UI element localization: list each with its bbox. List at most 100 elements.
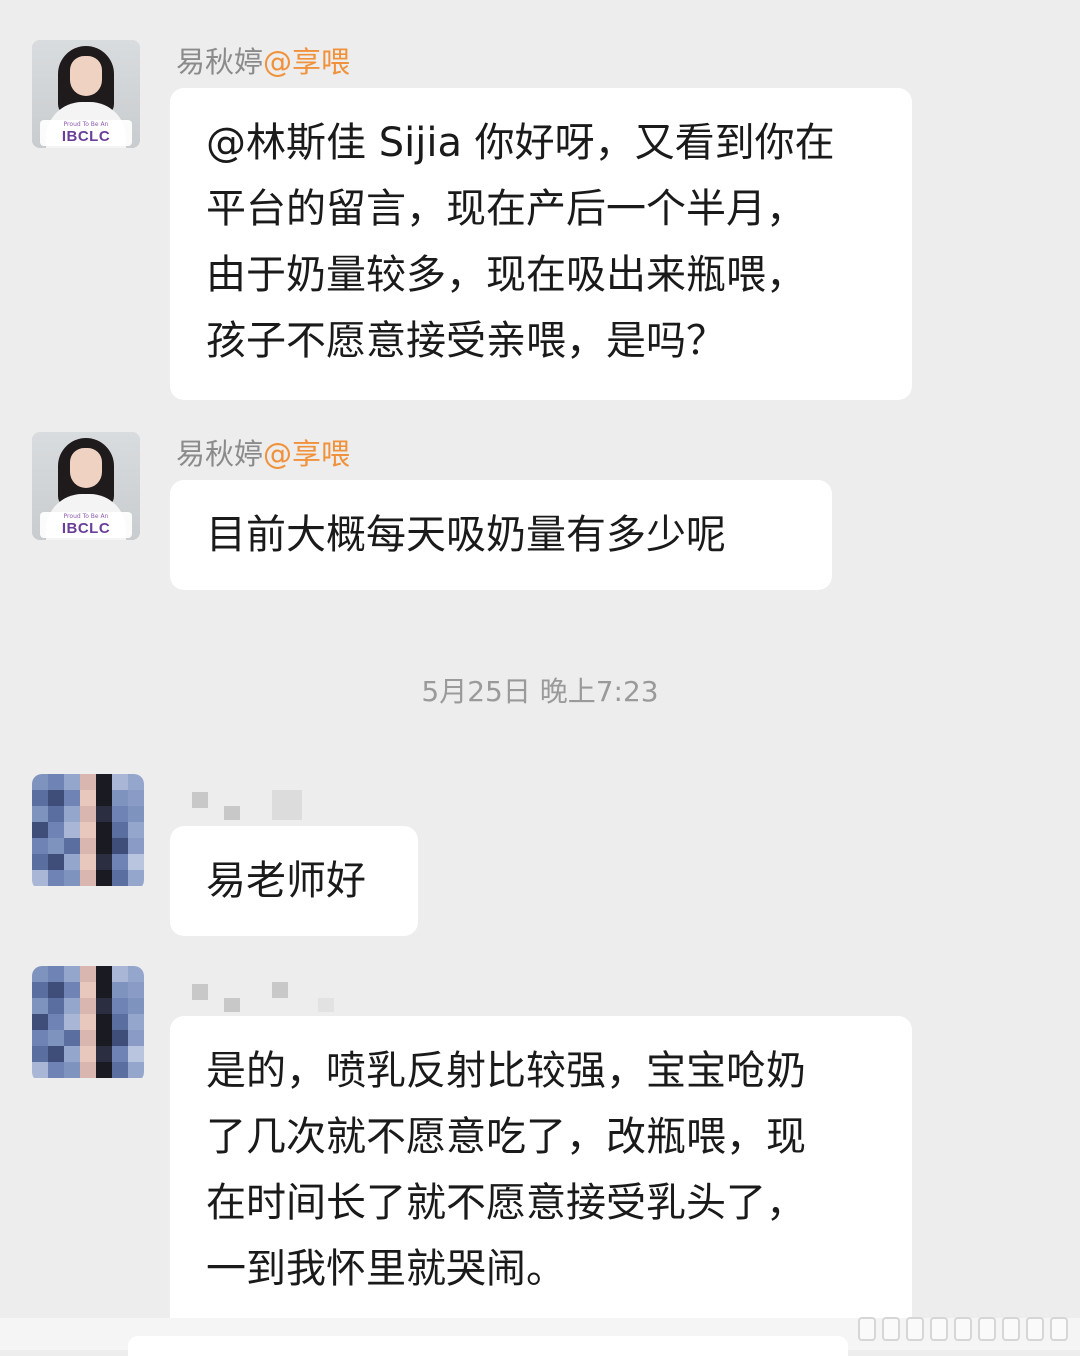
sender-name: 易秋婷@享喂 xyxy=(176,434,350,474)
mosaic-tile xyxy=(128,774,144,790)
mosaic-tile xyxy=(64,854,80,870)
sender-name-text: 易秋婷 xyxy=(176,45,264,79)
message-bubble[interactable]: 易老师好 xyxy=(170,826,418,936)
mosaic-tile xyxy=(64,1014,80,1030)
mosaic-tile xyxy=(48,870,64,886)
mosaic-tile xyxy=(48,1062,64,1078)
mosaic-tile xyxy=(96,838,112,854)
mosaic-tile xyxy=(80,998,96,1014)
message-line: 了几次就不愿意吃了，改瓶喂，现 xyxy=(206,1114,806,1160)
mosaic-tile xyxy=(64,1062,80,1078)
mosaic-tile xyxy=(48,998,64,1014)
mosaic-tile xyxy=(48,1046,64,1062)
mosaic-tile xyxy=(80,1046,96,1062)
mosaic-tile xyxy=(80,838,96,854)
mosaic-tile xyxy=(96,966,112,982)
message-line: 由于奶量较多，现在吸出来瓶喂， xyxy=(206,252,806,298)
mosaic-tile xyxy=(32,822,48,838)
mosaic-tile xyxy=(96,790,112,806)
mosaic-tile xyxy=(96,998,112,1014)
mosaic-tile xyxy=(80,790,96,806)
mosaic-tile xyxy=(32,806,48,822)
mosaic-tile xyxy=(64,998,80,1014)
message-line: 是的，喷乳反射比较强，宝宝呛奶 xyxy=(206,1048,806,1094)
mosaic-tile xyxy=(96,1046,112,1062)
mosaic-tile xyxy=(96,806,112,822)
mosaic-tile xyxy=(128,982,144,998)
mosaic-tile xyxy=(128,806,144,822)
mosaic-tile xyxy=(48,774,64,790)
mosaic-tile xyxy=(48,790,64,806)
watermark-icons xyxy=(858,1311,1068,1341)
message-bubble[interactable]: 是的，喷乳反射比较强，宝宝呛奶 了几次就不愿意吃了，改瓶喂，现 在时间长了就不愿… xyxy=(170,1016,912,1336)
mosaic-tile xyxy=(32,790,48,806)
mosaic-tile xyxy=(112,822,128,838)
mosaic-tile xyxy=(32,998,48,1014)
message-input-area[interactable] xyxy=(128,1336,848,1356)
mosaic-tile xyxy=(96,774,112,790)
mosaic-tile xyxy=(48,966,64,982)
mosaic-tile xyxy=(80,1062,96,1078)
mosaic-tile xyxy=(32,982,48,998)
mosaic-tile xyxy=(112,982,128,998)
message-line: @林斯佳 Sijia 你好呀，又看到你在 xyxy=(206,120,835,166)
sender-tag: @享喂 xyxy=(263,45,351,79)
avatar-face xyxy=(70,448,102,488)
message-bubble[interactable]: 目前大概每天吸奶量有多少呢 xyxy=(170,480,832,590)
mosaic-tile xyxy=(48,838,64,854)
avatar-yi-qiuting[interactable]: Proud To Be An IBCLC xyxy=(32,40,140,148)
mosaic-tile xyxy=(32,774,48,790)
mosaic-tile xyxy=(32,966,48,982)
sender-name: 易秋婷@享喂 xyxy=(176,42,350,82)
mosaic-tile xyxy=(128,870,144,886)
message-line: 一到我怀里就哭闹。 xyxy=(206,1246,566,1292)
mosaic-tile xyxy=(32,1062,48,1078)
mosaic-tile xyxy=(128,1014,144,1030)
avatar-pixelated[interactable] xyxy=(32,966,144,1082)
mosaic-tile xyxy=(80,870,96,886)
mosaic-tile xyxy=(48,1014,64,1030)
mosaic-tile xyxy=(112,1030,128,1046)
message-line: 在时间长了就不愿意接受乳头了， xyxy=(206,1180,806,1226)
mosaic-tile xyxy=(48,806,64,822)
mosaic-tile xyxy=(80,822,96,838)
mosaic-tile xyxy=(112,870,128,886)
mosaic-tile xyxy=(64,822,80,838)
mosaic-tile xyxy=(64,790,80,806)
mosaic-tile xyxy=(32,1014,48,1030)
sender-name-text: 易秋婷 xyxy=(176,437,264,471)
message-line: 易老师好 xyxy=(206,858,366,904)
mosaic-tile xyxy=(64,870,80,886)
mosaic-tile xyxy=(32,1030,48,1046)
avatar-yi-qiuting[interactable]: Proud To Be An IBCLC xyxy=(32,432,140,540)
mosaic-tile xyxy=(112,1062,128,1078)
mosaic-tile xyxy=(80,982,96,998)
mosaic-tile xyxy=(128,966,144,982)
mosaic-tile xyxy=(64,1046,80,1062)
mosaic-tile xyxy=(32,854,48,870)
mosaic-tile xyxy=(80,966,96,982)
avatar-face xyxy=(70,56,102,96)
mosaic-tile xyxy=(112,1014,128,1030)
sender-name-pixelated xyxy=(192,788,312,828)
mosaic-tile xyxy=(128,1062,144,1078)
mosaic-tile xyxy=(128,1046,144,1062)
avatar-pixelated[interactable] xyxy=(32,774,144,890)
mosaic-tile xyxy=(96,822,112,838)
mosaic-tile xyxy=(32,1046,48,1062)
mosaic-tile xyxy=(48,982,64,998)
mosaic-tile xyxy=(64,838,80,854)
mosaic-tile xyxy=(112,774,128,790)
mosaic-tile xyxy=(128,998,144,1014)
mosaic-tile xyxy=(48,854,64,870)
mosaic-tile xyxy=(128,790,144,806)
mosaic-tile xyxy=(80,1014,96,1030)
mosaic-tile xyxy=(112,1046,128,1062)
message-bubble[interactable]: @林斯佳 Sijia 你好呀，又看到你在 平台的留言，现在产后一个半月， 由于奶… xyxy=(170,88,912,400)
message-line: 平台的留言，现在产后一个半月， xyxy=(206,186,806,232)
ibclc-badge: Proud To Be An IBCLC xyxy=(40,120,132,146)
mosaic-tile xyxy=(32,870,48,886)
mosaic-tile xyxy=(48,1030,64,1046)
ibclc-badge: Proud To Be An IBCLC xyxy=(40,512,132,538)
mosaic-tile xyxy=(80,1030,96,1046)
